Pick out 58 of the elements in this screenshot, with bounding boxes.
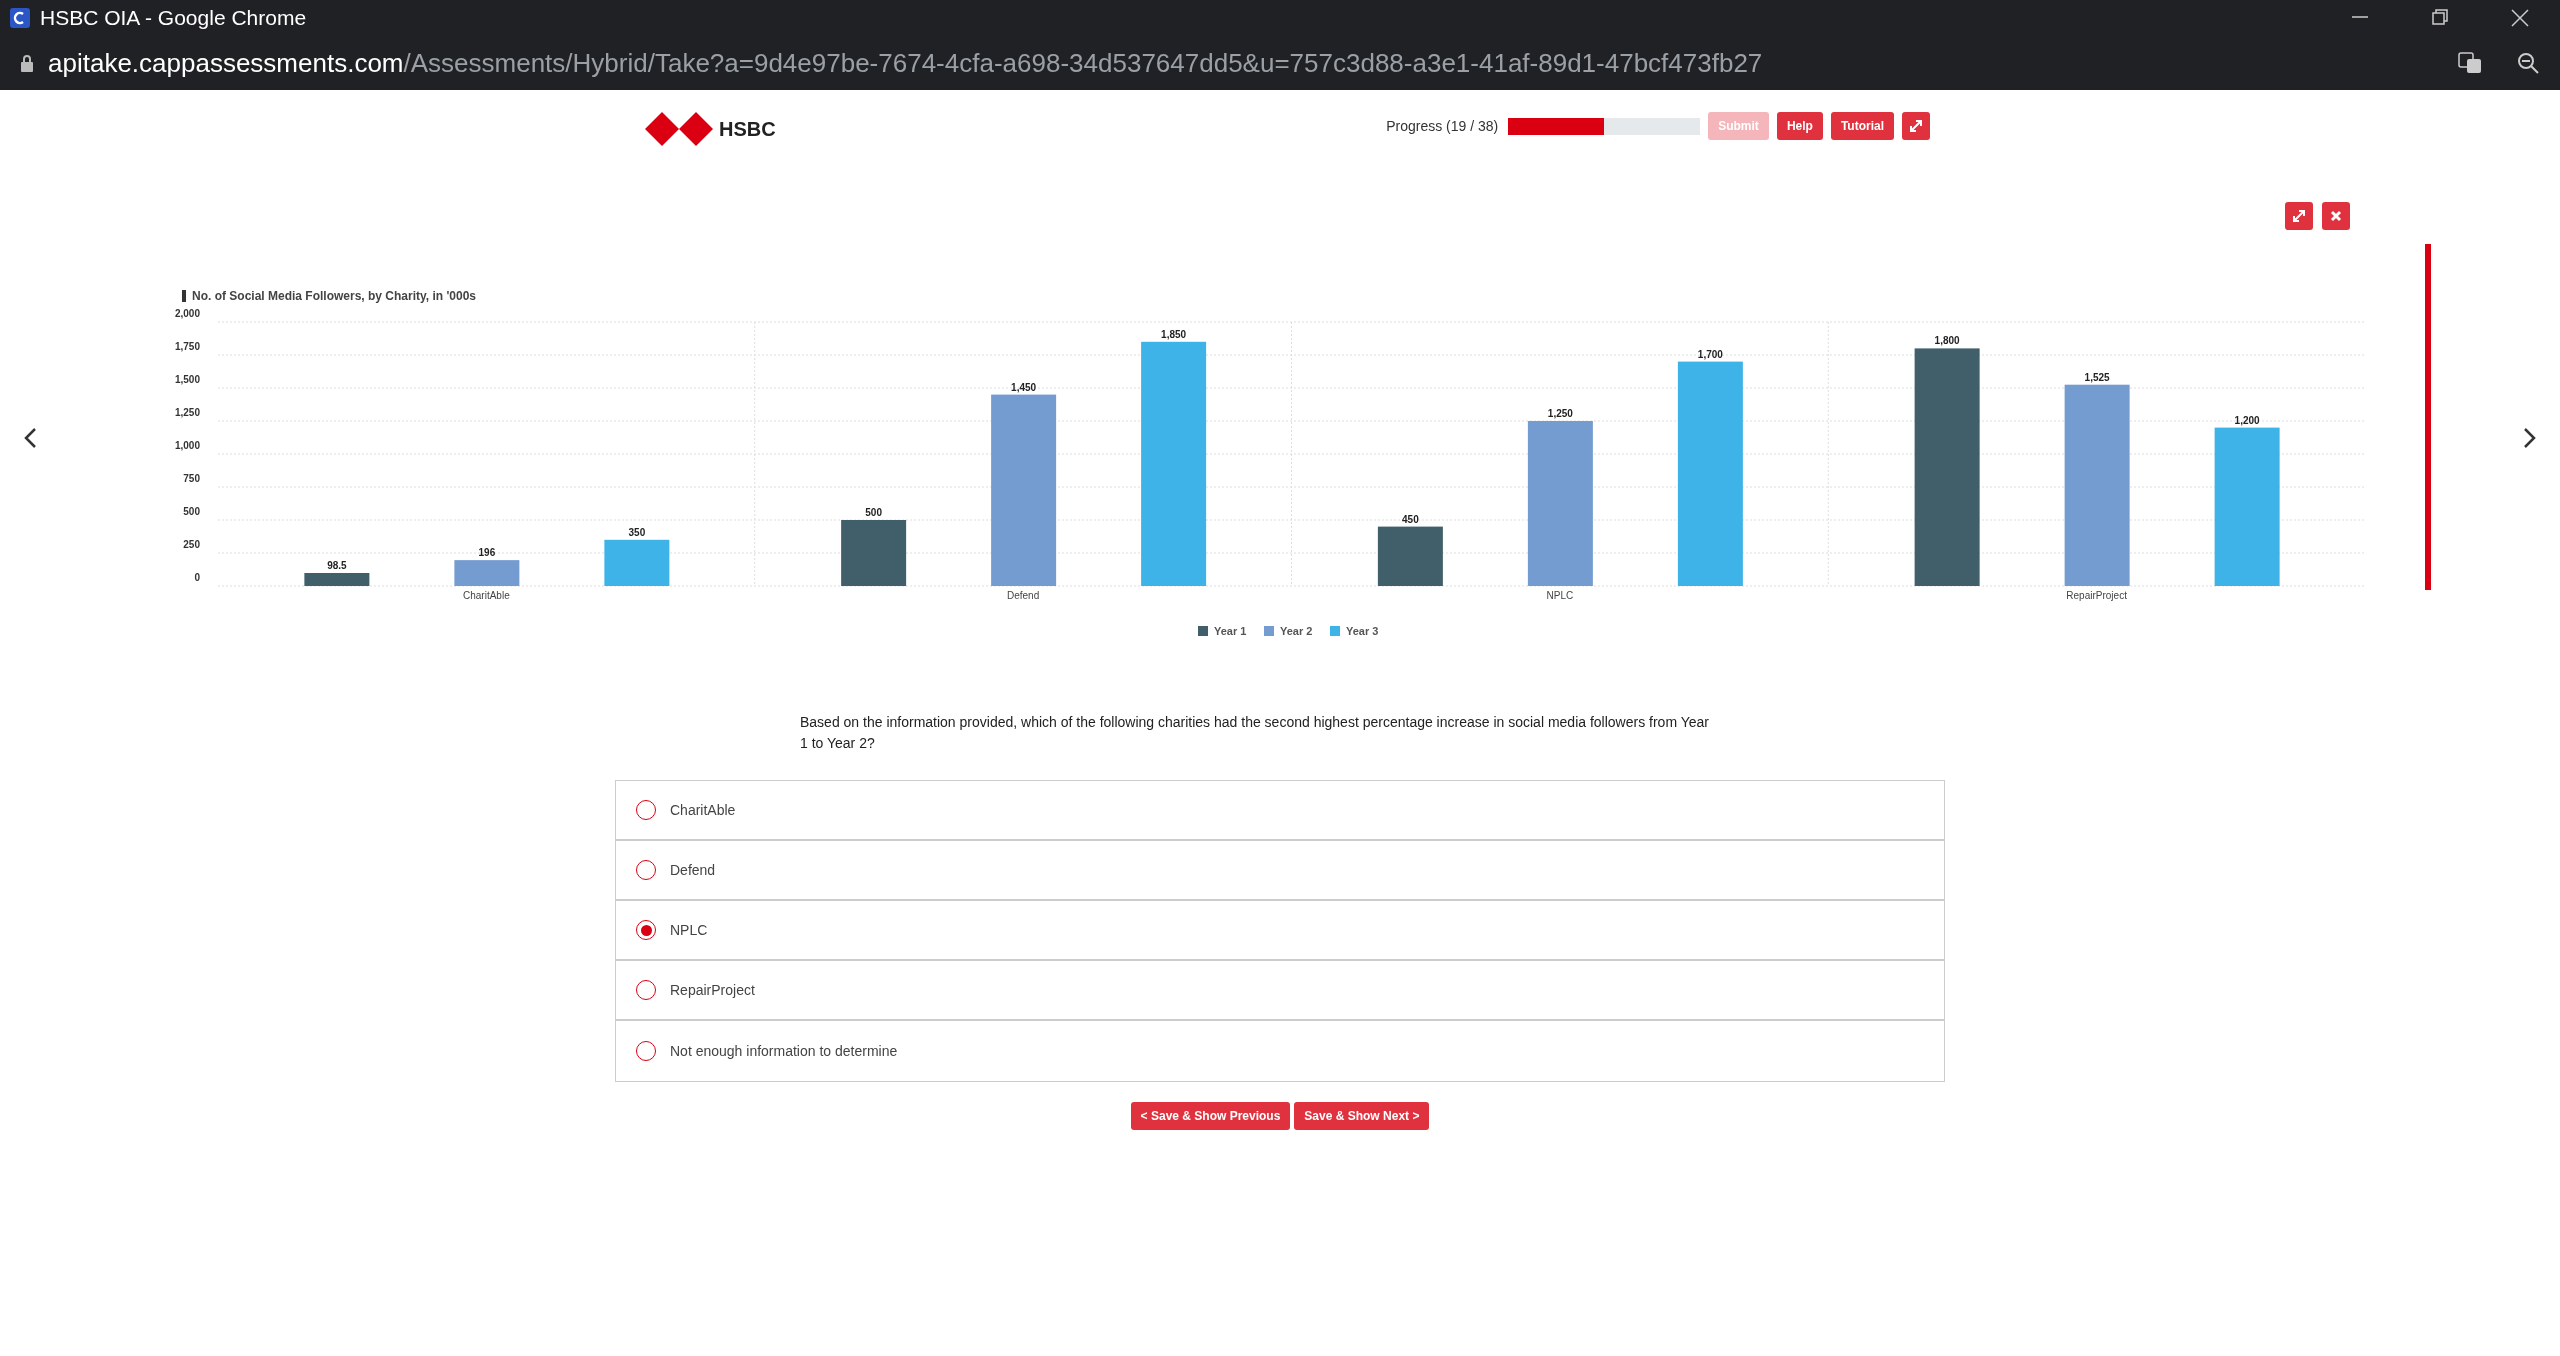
chevron-left-icon: [23, 427, 37, 449]
y-axis-label: 750: [183, 473, 200, 484]
chevron-right-icon: [2523, 427, 2537, 449]
y-axis-label: 2,000: [174, 308, 200, 319]
y-axis-label: 1,250: [174, 407, 200, 418]
data-label: 98.5: [327, 560, 347, 571]
expand-icon: [1909, 119, 1923, 133]
lock-icon: [20, 54, 34, 72]
x-axis-label: NPLC: [1546, 590, 1574, 601]
data-label: 450: [1402, 513, 1419, 525]
close-icon[interactable]: [2510, 8, 2530, 28]
data-label: 1,250: [1547, 408, 1573, 419]
logo-text: HSBC: [719, 117, 776, 142]
data-label: 1,200: [2234, 414, 2260, 426]
data-label: 196: [478, 547, 496, 559]
chart-title: No. of Social Media Followers, by Charity, in '000s: [192, 289, 477, 303]
data-label: 1,525: [2084, 371, 2110, 383]
answer-option[interactable]: Defend: [616, 841, 1944, 901]
y-axis-label: 1,500: [174, 374, 200, 385]
header-button[interactable]: Tutorial: [1830, 112, 1894, 140]
save-navigation-button[interactable]: < Save & Show Previous: [1130, 1102, 1291, 1130]
x-axis-label: RepairProject: [2066, 590, 2127, 601]
header-button[interactable]: Help: [1776, 112, 1823, 140]
expand-button[interactable]: [2285, 202, 2313, 230]
y-axis-label: 1,750: [174, 341, 200, 352]
fullscreen-button[interactable]: [1902, 112, 1930, 140]
legend-label: Year 3: [1346, 625, 1379, 637]
zoom-out-icon[interactable]: [2516, 51, 2540, 75]
data-label: 1,800: [1934, 335, 1960, 347]
data-label: 350: [628, 526, 646, 538]
legend-label: Year 2: [1280, 625, 1313, 637]
y-axis-label: 500: [183, 506, 200, 517]
progress-label: Progress (19 / 38): [1386, 116, 1499, 136]
question-text: Based on the information provided, which of the following charities had the second highest percentage increase in social media followers from Year 1 to Year 2?: [800, 713, 1710, 753]
app-icon: [10, 8, 30, 28]
answer-option[interactable]: RepairProject: [616, 961, 1944, 1021]
y-axis-label: 0: [194, 572, 200, 583]
data-label: 1,850: [1161, 328, 1187, 340]
window-title: HSBC OIA - Google Chrome: [40, 5, 307, 32]
translate-icon[interactable]: [2458, 51, 2482, 75]
y-axis-label: 1,000: [174, 440, 200, 451]
title-marker: [182, 290, 186, 302]
close-icon: [2330, 210, 2342, 222]
data-label: 1,450: [1011, 381, 1037, 393]
close-button[interactable]: [2322, 202, 2350, 230]
legend-label: Year 1: [1214, 625, 1247, 637]
data-label: 1,700: [1697, 348, 1723, 360]
address-bar-url[interactable]: apitake.cappassessments.com/Assessments/Hybrid/Take?a=9d4e97be-7674-4cfa-a698-34d537647dd5&u=757c3d88-a3e1-41af-89d1-47bcf473fb27: [48, 43, 1763, 83]
save-navigation-button[interactable]: Save & Show Next >: [1294, 1102, 1430, 1130]
x-axis-label: Defend: [1007, 590, 1040, 601]
expand-icon: [2292, 209, 2306, 223]
answer-option[interactable]: NPLC: [616, 901, 1944, 961]
y-axis-label: 250: [183, 539, 200, 550]
restore-icon[interactable]: [2430, 8, 2450, 28]
answer-option[interactable]: Not enough information to determine: [616, 1021, 1944, 1081]
x-axis-label: CharitAble: [463, 590, 510, 601]
data-label: 500: [865, 507, 882, 518]
answer-option[interactable]: CharitAble: [616, 781, 1944, 841]
